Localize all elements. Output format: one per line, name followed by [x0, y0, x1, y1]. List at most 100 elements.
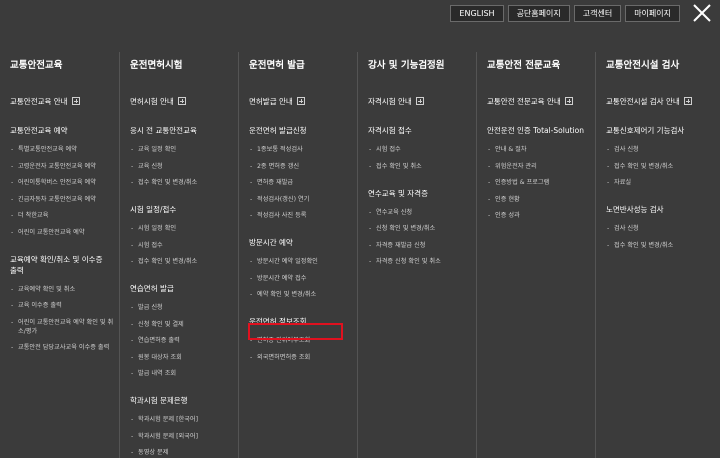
- section-title[interactable]: 방문시간 예약: [249, 237, 357, 248]
- menu-link[interactable]: 적성검사 사진 등록: [249, 211, 357, 220]
- menu-link[interactable]: 인증 현황: [487, 195, 595, 204]
- menu-link[interactable]: 신청 확인 및 결제: [130, 320, 238, 329]
- section-title[interactable]: 시험 일정/접수: [130, 204, 238, 215]
- menu-link[interactable]: 안내 & 절차: [487, 145, 595, 154]
- menu-link[interactable]: 접수 확인 및 변경/취소: [606, 241, 720, 250]
- menu-link[interactable]: 인증방법 & 프로그램: [487, 178, 595, 187]
- menu-link[interactable]: 발급 신청: [130, 303, 238, 312]
- column-title[interactable]: 교통안전시설 검사: [606, 57, 720, 71]
- menu-link[interactable]: 동영상 문제: [130, 448, 238, 457]
- section-title[interactable]: 노면반사성능 검사: [606, 204, 720, 215]
- menu-link[interactable]: 접수 확인 및 취소: [368, 162, 476, 171]
- english-button[interactable]: ENGLISH: [450, 5, 504, 22]
- section-items: 안내 & 절차 위험운전자 관리 인증방법 & 프로그램 인증 현황 인증 성과: [487, 145, 595, 220]
- menu-link[interactable]: 예약 확인 및 변경/취소: [249, 290, 357, 299]
- section-items: 발급 신청 신청 확인 및 결제 연습면허증 출력 원봉 대상자 조회 발급 내…: [130, 303, 238, 378]
- column-guide-link[interactable]: 자격시험 안내: [368, 95, 476, 107]
- menu-link[interactable]: 자격증 재발급 신청: [368, 241, 476, 250]
- section-title[interactable]: 교통안전교육 예약: [10, 125, 119, 136]
- column-title[interactable]: 강사 및 기능검정원: [368, 57, 476, 71]
- menu-link[interactable]: 접수 확인 및 변경/취소: [606, 162, 720, 171]
- menu-link[interactable]: 어린이통학버스 안전교육 예약: [10, 178, 119, 187]
- column-guide-link[interactable]: 면허발급 안내: [249, 95, 357, 107]
- menu-link[interactable]: 시험 일정 확인: [130, 224, 238, 233]
- section-items: 학과시험 문제 [한국어] 학과시험 문제 [외국어] 동영상 문제: [130, 415, 238, 457]
- menu-link[interactable]: 고령운전자 교통안전교육 예약: [10, 162, 119, 171]
- menu-link[interactable]: 신청 확인 및 변경/취소: [368, 224, 476, 233]
- section-items: 시험 접수 접수 확인 및 취소: [368, 145, 476, 171]
- guide-label: 자격시험 안내: [368, 96, 412, 106]
- section-title[interactable]: 자격시험 접수: [368, 125, 476, 136]
- menu-link[interactable]: 교육예약 확인 및 취소: [10, 285, 119, 294]
- section-title[interactable]: 운전면허 정보조회: [249, 316, 357, 327]
- plus-icon: [564, 97, 573, 105]
- menu-link[interactable]: 검사 신청: [606, 145, 720, 154]
- section-items: 특별교통안전교육 예약 고령운전자 교통안전교육 예약 어린이통학버스 안전교육…: [10, 145, 119, 237]
- section-items: 시험 일정 확인 시험 접수 접수 확인 및 변경/취소: [130, 224, 238, 266]
- menu-link[interactable]: 연수교육 신청: [368, 208, 476, 217]
- menu-link[interactable]: 원봉 대상자 조회: [130, 353, 238, 362]
- menu-link[interactable]: 시험 접수: [130, 241, 238, 250]
- menu-link[interactable]: 접수 확인 및 변경/취소: [130, 257, 238, 266]
- customer-center-button[interactable]: 고객센터: [573, 5, 622, 22]
- section-title[interactable]: 교육예약 확인/취소 및 이수증 출력: [10, 254, 110, 276]
- menu-link[interactable]: 시험 접수: [368, 145, 476, 154]
- menu-link[interactable]: 인증 성과: [487, 211, 595, 220]
- menu-column-instructor-examiner: 강사 및 기능검정원 자격시험 안내 자격시험 접수 시험 접수 접수 확인 및…: [357, 52, 476, 458]
- section-title[interactable]: 학과시험 문제은행: [130, 395, 238, 406]
- section-title[interactable]: 교통신호제어기 기능검사: [606, 125, 720, 136]
- menu-link[interactable]: 적성검사(갱신) 연기: [249, 195, 357, 204]
- menu-link[interactable]: 학과시험 문제 [한국어]: [130, 415, 238, 424]
- section-title[interactable]: 연습면허 발급: [130, 283, 238, 294]
- section-title[interactable]: 연수교육 및 자격증: [368, 188, 476, 199]
- section-title[interactable]: 응시 전 교통안전교육: [130, 125, 238, 136]
- menu-link[interactable]: 방문시간 예약 접수: [249, 274, 357, 283]
- plus-icon: [177, 97, 186, 105]
- column-title[interactable]: 운전면허시험: [130, 57, 238, 71]
- menu-link[interactable]: 방문시간 예약 일정확인: [249, 257, 357, 266]
- column-guide-link[interactable]: 교통안전교육 안내: [10, 95, 119, 107]
- menu-link[interactable]: 교통안전 담당교사교육 이수증 출력: [10, 343, 118, 352]
- column-guide-link[interactable]: 교통안전시설 검사 안내: [606, 95, 720, 107]
- guide-label: 면허시험 안내: [130, 96, 174, 106]
- menu-link[interactable]: 특별교통안전교육 예약: [10, 145, 119, 154]
- close-menu-button[interactable]: [690, 2, 714, 24]
- menu-link[interactable]: 교육 이수증 출력: [10, 301, 119, 310]
- menu-link[interactable]: 검사 신청: [606, 224, 720, 233]
- column-title[interactable]: 교통안전교육: [10, 57, 119, 71]
- menu-link[interactable]: 1종보통 적성검사: [249, 145, 357, 154]
- menu-link[interactable]: 면허증 재발급: [249, 178, 357, 187]
- column-guide-link[interactable]: 교통안전 전문교육 안내: [487, 95, 595, 107]
- section-title[interactable]: 안전운전 인증 Total-Solution: [487, 125, 587, 136]
- menu-link[interactable]: 어린이 교통안전교육 예약: [10, 228, 119, 237]
- menu-link[interactable]: 자격증 신청 확인 및 취소: [368, 257, 476, 266]
- menu-link[interactable]: 위험운전자 관리: [487, 162, 595, 171]
- my-page-button[interactable]: 마이페이지: [625, 5, 680, 22]
- menu-link-license-authenticity-check[interactable]: 면허증 진위여부조회: [249, 336, 357, 345]
- close-icon: [693, 4, 711, 22]
- menu-link[interactable]: 교육 신청: [130, 162, 238, 171]
- menu-link[interactable]: 2종 면허증 갱신: [249, 162, 357, 171]
- guide-label: 면허발급 안내: [249, 96, 293, 106]
- menu-link[interactable]: 연습면허증 출력: [130, 336, 238, 345]
- menu-link[interactable]: 더 착한교육: [10, 211, 119, 220]
- guide-label: 교통안전 전문교육 안내: [487, 96, 561, 106]
- column-title[interactable]: 교통안전 전문교육: [487, 57, 595, 71]
- column-title[interactable]: 운전면허 발급: [249, 57, 357, 71]
- menu-column-facility-inspection: 교통안전시설 검사 교통안전시설 검사 안내 교통신호제어기 기능검사 검사 신…: [595, 52, 720, 458]
- column-guide-link[interactable]: 면허시험 안내: [130, 95, 238, 107]
- top-utility-bar: ENGLISH 공단홈페이지 고객센터 마이페이지: [450, 5, 680, 22]
- menu-link[interactable]: 긴급자동차 교통안전교육 예약: [10, 195, 119, 204]
- menu-link[interactable]: 외국면허면허증 조회: [249, 353, 357, 362]
- menu-link[interactable]: 어린이 교통안전교육 예약 확인 및 취소/평가: [10, 318, 118, 336]
- section-items: 검사 신청 접수 확인 및 변경/취소 자료실: [606, 145, 720, 187]
- menu-link[interactable]: 발급 내역 조회: [130, 369, 238, 378]
- menu-link[interactable]: 교육 일정 확인: [130, 145, 238, 154]
- menu-column-license-issuance: 운전면허 발급 면허발급 안내 운전면허 발급신청 1종보통 적성검사 2종 면…: [238, 52, 357, 458]
- corporation-homepage-button[interactable]: 공단홈페이지: [507, 5, 570, 22]
- menu-link[interactable]: 자료실: [606, 178, 720, 187]
- section-title[interactable]: 운전면허 발급신청: [249, 125, 357, 136]
- menu-link[interactable]: 학과시험 문제 [외국어]: [130, 432, 238, 441]
- menu-column-professional-education: 교통안전 전문교육 교통안전 전문교육 안내 안전운전 인증 Total-Sol…: [476, 52, 595, 458]
- menu-link[interactable]: 접수 확인 및 변경/취소: [130, 178, 238, 187]
